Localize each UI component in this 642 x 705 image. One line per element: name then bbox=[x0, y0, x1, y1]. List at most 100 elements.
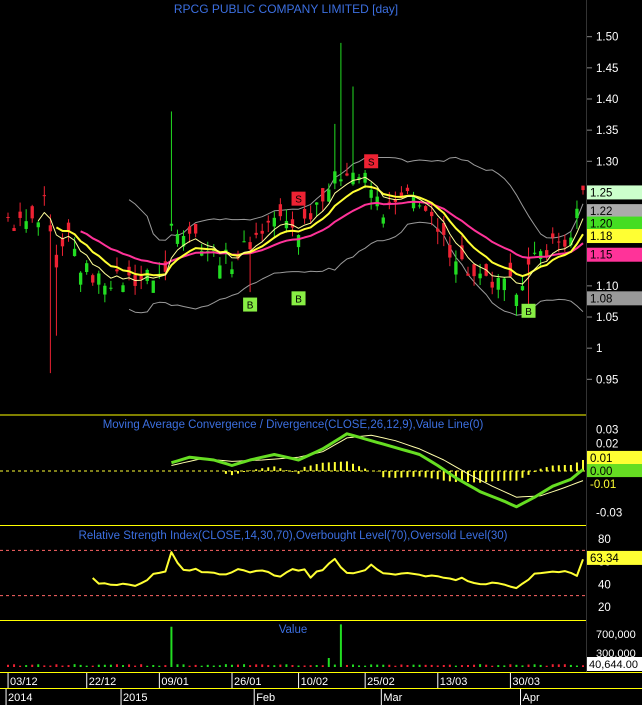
period-axis-label: 2014 bbox=[8, 692, 32, 704]
candle-body bbox=[321, 188, 325, 202]
macd-y-tick-label: 0.03 bbox=[596, 425, 618, 437]
candle-body bbox=[381, 217, 385, 224]
candle-body bbox=[575, 208, 579, 219]
signal-marker-letter: S bbox=[295, 195, 302, 206]
price-label-text: 1.25 bbox=[590, 187, 612, 199]
candle-body bbox=[526, 257, 531, 265]
date-axis-label: 13/03 bbox=[440, 676, 468, 688]
date-axis-label: 03/12 bbox=[10, 676, 38, 688]
price-y-tick-label: 1 bbox=[596, 343, 602, 355]
rsi-label-text: 63.34 bbox=[590, 553, 619, 565]
candle-body bbox=[345, 173, 349, 176]
date-axis-label: 22/12 bbox=[89, 676, 117, 688]
candle-body bbox=[72, 248, 77, 257]
signal-marker-letter: B bbox=[295, 294, 302, 305]
signal-marker-letter: B bbox=[525, 307, 532, 318]
candle-body bbox=[490, 281, 494, 288]
candle-body bbox=[369, 189, 373, 198]
candle-body bbox=[187, 226, 192, 234]
candle-body bbox=[36, 222, 40, 228]
signal-marker-letter: S bbox=[368, 157, 375, 168]
price-y-tick-label: 1.45 bbox=[596, 63, 618, 75]
candle-body bbox=[242, 241, 246, 243]
macd-value-labels: 0.010.00-0.01 bbox=[587, 450, 642, 492]
candle-body bbox=[54, 254, 59, 268]
rsi-value-labels: 63.34 bbox=[587, 550, 642, 565]
candle-body bbox=[351, 172, 355, 185]
candle-body bbox=[405, 187, 410, 192]
candle-body bbox=[30, 206, 34, 219]
candle-body bbox=[290, 219, 295, 228]
candle-body bbox=[6, 216, 10, 218]
candle-body bbox=[109, 287, 113, 289]
price-y-tick-label: 1.05 bbox=[596, 312, 618, 324]
candle-body bbox=[339, 179, 343, 182]
candle-body bbox=[266, 220, 270, 223]
candle-body bbox=[333, 171, 337, 184]
candle-body bbox=[272, 217, 276, 227]
date-axis-label: 25/02 bbox=[367, 676, 395, 688]
candle-body bbox=[169, 223, 174, 226]
candle-body bbox=[151, 280, 155, 293]
period-axis-label: Feb bbox=[256, 692, 275, 704]
candle-body bbox=[308, 213, 313, 220]
candle-body bbox=[48, 225, 53, 232]
candle-body bbox=[423, 206, 428, 211]
candle-body bbox=[284, 220, 289, 229]
candle-body bbox=[24, 221, 28, 229]
macd-label-text: -0.01 bbox=[590, 479, 616, 491]
value-y-tick-label: 700,000 bbox=[596, 629, 636, 641]
candle-body bbox=[375, 196, 379, 207]
candle-body bbox=[496, 278, 500, 290]
value-panel-title: Value bbox=[279, 624, 308, 636]
candle-body bbox=[466, 273, 470, 276]
price-panel-title: RPCG PUBLIC COMPANY LIMITED [day] bbox=[174, 2, 398, 16]
candle-body bbox=[327, 189, 331, 202]
date-axis-label: 26/01 bbox=[234, 676, 262, 688]
candle-body bbox=[557, 241, 561, 243]
candle-body bbox=[230, 269, 234, 275]
macd-y-tick-label: 0.02 bbox=[596, 438, 618, 450]
value-value-labels: 40,644.00 bbox=[587, 657, 642, 671]
price-label-text: 1.20 bbox=[590, 219, 612, 231]
candle-body bbox=[175, 233, 180, 244]
candle-body bbox=[78, 272, 83, 285]
candle-body bbox=[502, 278, 506, 291]
candle-body bbox=[436, 228, 440, 232]
candle-body bbox=[472, 264, 476, 277]
macd-label-text: 0.00 bbox=[590, 466, 612, 478]
rsi-y-tick-label: 80 bbox=[598, 534, 611, 546]
date-axis-label: 10/02 bbox=[301, 676, 329, 688]
price-y-tick-label: 1.35 bbox=[596, 125, 618, 137]
candle-body bbox=[478, 273, 482, 279]
price-label-text: 1.15 bbox=[590, 250, 612, 262]
macd-y-tick-label: -0.03 bbox=[596, 507, 622, 519]
candle-body bbox=[193, 223, 198, 234]
macd-label-text: 0.01 bbox=[590, 453, 612, 465]
period-axis-label: 2015 bbox=[123, 692, 147, 704]
candle-body bbox=[315, 202, 319, 205]
rsi-panel-title: Relative Strength Index(CLOSE,14,30,70),… bbox=[79, 530, 508, 542]
candle-body bbox=[218, 265, 222, 279]
candle-body bbox=[248, 242, 252, 250]
candle-body bbox=[18, 211, 22, 218]
candle-body bbox=[532, 252, 537, 254]
macd-panel-title: Moving Average Convergence / Divergence(… bbox=[103, 419, 484, 431]
candle-body bbox=[417, 205, 422, 207]
candle-body bbox=[12, 228, 16, 231]
price-label-text: 1.18 bbox=[590, 231, 612, 243]
rsi-y-tick-label: 40 bbox=[598, 579, 611, 591]
candle-body bbox=[145, 269, 149, 281]
signal-marker-letter: B bbox=[247, 301, 254, 312]
candle-body bbox=[448, 245, 452, 258]
candle-body bbox=[121, 285, 125, 292]
candle-body bbox=[581, 185, 585, 191]
candle-body bbox=[103, 285, 107, 295]
candle-body bbox=[254, 232, 258, 235]
price-y-tick-label: 1.30 bbox=[596, 156, 618, 168]
candle-body bbox=[85, 263, 89, 273]
price-y-tick-label: 1.10 bbox=[596, 281, 618, 293]
candle-body bbox=[563, 239, 567, 247]
date-axis-label: 30/03 bbox=[512, 676, 540, 688]
value-label-text: 40,644.00 bbox=[589, 659, 638, 671]
